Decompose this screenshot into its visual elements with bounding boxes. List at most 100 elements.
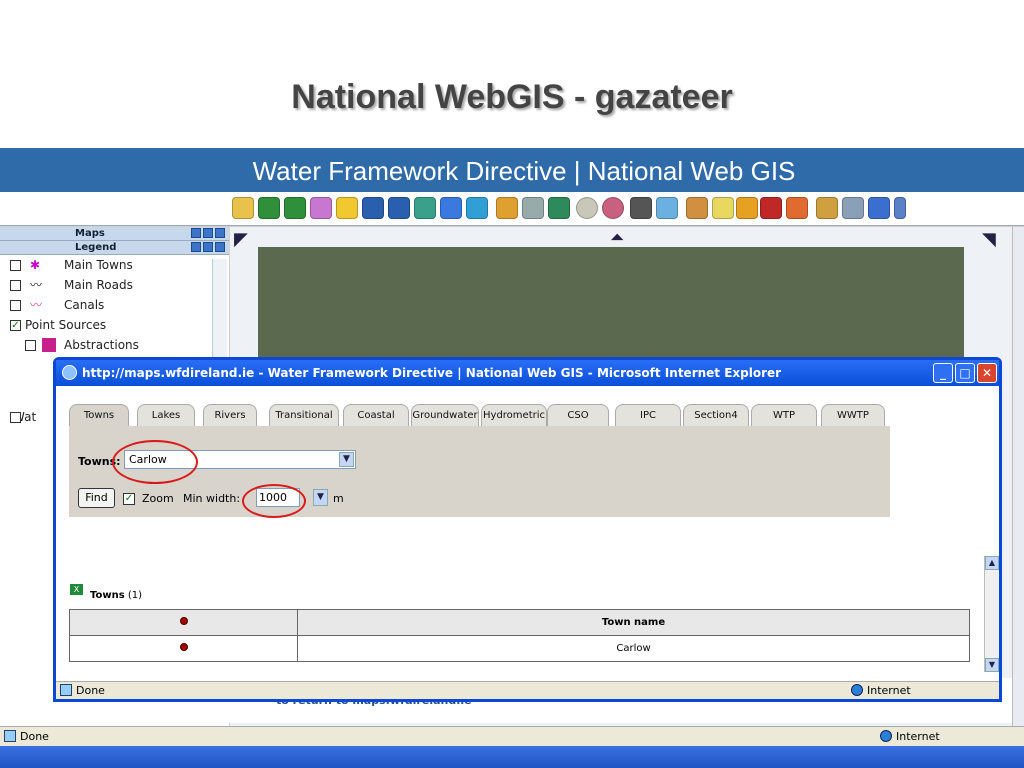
legend-header[interactable]: Legend — [0, 241, 229, 255]
measure-icon[interactable] — [522, 197, 544, 219]
towns-form: Towns: Carlow ▼ Find ✓ Zoom Min width: 1… — [69, 426, 890, 518]
tab-transitional[interactable]: Transitional — [269, 404, 339, 426]
print-icon[interactable] — [842, 197, 864, 219]
tab-cso[interactable]: CSO — [547, 404, 609, 426]
results-table: Town name Carlow — [69, 609, 970, 662]
tab-wtp[interactable]: WTP — [751, 404, 817, 426]
town-marker-icon — [179, 643, 188, 651]
minimize-icon[interactable] — [191, 228, 201, 238]
table-header-town-name: Town name — [297, 609, 970, 636]
note-icon[interactable] — [712, 197, 734, 219]
zone-text: Internet — [867, 684, 911, 697]
query-icon[interactable] — [656, 197, 678, 219]
layer-checkbox[interactable]: ✓ — [10, 320, 21, 331]
page-done-icon — [4, 730, 16, 742]
pan-icon[interactable] — [310, 197, 332, 219]
legend-item-label: Point Sources — [25, 318, 107, 332]
xy-icon[interactable] — [496, 197, 518, 219]
help-icon[interactable] — [894, 197, 906, 219]
table-cell-town-name[interactable]: Carlow — [297, 635, 970, 662]
close-button[interactable]: ✕ — [977, 363, 997, 383]
tab-wwtp[interactable]: WWTP — [821, 404, 885, 426]
tab-rivers[interactable]: Rivers — [203, 404, 257, 426]
legend-item-point-sources[interactable]: ✓ Point Sources — [0, 315, 229, 335]
clear-icon[interactable] — [602, 197, 624, 219]
restore-icon[interactable] — [203, 228, 213, 238]
back-icon[interactable] — [440, 197, 462, 219]
chevron-down-icon[interactable]: ▼ — [313, 489, 328, 506]
legend-item-abstractions[interactable]: Abstractions — [0, 335, 229, 355]
chevron-down-icon[interactable]: ▼ — [339, 452, 354, 467]
tab-hydrometric[interactable]: Hydrometric — [481, 404, 547, 426]
globe-icon[interactable] — [576, 197, 598, 219]
highlight-circle-towns — [112, 440, 198, 484]
zoom-extent-icon[interactable] — [388, 197, 410, 219]
scroll-down-icon[interactable]: ▼ — [985, 658, 999, 672]
status-text: Done — [20, 730, 49, 743]
eraser-icon[interactable] — [786, 197, 808, 219]
zoom-in-icon[interactable] — [258, 197, 280, 219]
slide-title: National WebGIS - gazateer — [291, 78, 733, 116]
maps-header[interactable]: Maps — [0, 227, 229, 241]
layers-icon[interactable] — [414, 197, 436, 219]
layer-checkbox[interactable] — [10, 412, 21, 423]
table-row[interactable]: Carlow — [69, 635, 970, 662]
layer-checkbox[interactable] — [10, 280, 21, 291]
maximize-button[interactable]: □ — [955, 363, 975, 383]
town-marker-icon — [179, 617, 188, 625]
legend-item-canals[interactable]: 〰 Canals — [0, 295, 229, 315]
scroll-up-icon[interactable]: ▲ — [985, 556, 999, 570]
minimize-icon[interactable] — [191, 242, 201, 252]
export-icon[interactable] — [868, 197, 890, 219]
polygon-icon[interactable] — [736, 197, 758, 219]
unit-label: m — [333, 492, 344, 505]
draw-icon[interactable] — [686, 197, 708, 219]
binoculars-icon[interactable] — [630, 197, 652, 219]
town-symbol-icon: ✱ — [30, 258, 41, 272]
select-icon[interactable] — [548, 197, 570, 219]
restore-icon[interactable] — [203, 242, 213, 252]
zoom-icon[interactable] — [232, 197, 254, 219]
tab-towns[interactable]: Towns — [69, 404, 129, 426]
browser-status-bar: Done Internet — [0, 726, 1024, 746]
tab-coastal[interactable]: Coastal — [343, 404, 409, 426]
layer-checkbox[interactable] — [10, 260, 21, 271]
highlight-circle-min-width — [242, 484, 306, 518]
layer-checkbox[interactable] — [10, 300, 21, 311]
min-width-label: Min width: — [183, 492, 241, 505]
map-toolbar — [0, 192, 1024, 226]
maximize-icon[interactable] — [215, 228, 225, 238]
zoom-label: Zoom — [142, 492, 174, 505]
pan-northwest-icon[interactable]: ◤ — [234, 229, 248, 250]
full-extent-icon[interactable] — [362, 197, 384, 219]
legend-item-partial[interactable]: Wat — [0, 407, 36, 427]
maximize-icon[interactable] — [215, 242, 225, 252]
excel-icon[interactable]: X — [69, 583, 84, 596]
popup-scrollbar[interactable]: ▲ ▼ — [984, 556, 999, 672]
page-scrollbar[interactable] — [1012, 227, 1024, 727]
tab-lakes[interactable]: Lakes — [137, 404, 195, 426]
refresh-icon[interactable] — [466, 197, 488, 219]
popup-status-text: Done — [76, 684, 105, 697]
globe-icon — [880, 730, 892, 742]
legend-item-main-towns[interactable]: ✱ Main Towns — [0, 255, 229, 275]
minimize-button[interactable]: _ — [933, 363, 953, 383]
tab-ipc[interactable]: IPC — [615, 404, 681, 426]
layer-checkbox[interactable] — [25, 340, 36, 351]
ie-icon — [62, 365, 77, 380]
canal-symbol-icon: 〰 — [30, 298, 43, 312]
results-count: (1) — [127, 590, 143, 601]
pan-north-icon[interactable]: ⏶ — [610, 227, 624, 248]
identify-icon[interactable] — [336, 197, 358, 219]
tab-groundwater[interactable]: Groundwater — [411, 404, 479, 426]
tab-section4[interactable]: Section4 — [683, 404, 749, 426]
legend-item-main-roads[interactable]: 〰 Main Roads — [0, 275, 229, 295]
popup-titlebar[interactable]: http://maps.wfdireland.ie - Water Framew… — [56, 360, 999, 386]
zoom-out-icon[interactable] — [284, 197, 306, 219]
label-icon[interactable] — [816, 197, 838, 219]
zoom-checkbox[interactable]: ✓ — [123, 493, 135, 505]
find-button[interactable]: Find — [78, 488, 115, 508]
pan-northeast-icon[interactable]: ◥ — [982, 229, 996, 250]
legend-label: Legend — [75, 242, 117, 253]
text-icon[interactable] — [760, 197, 782, 219]
